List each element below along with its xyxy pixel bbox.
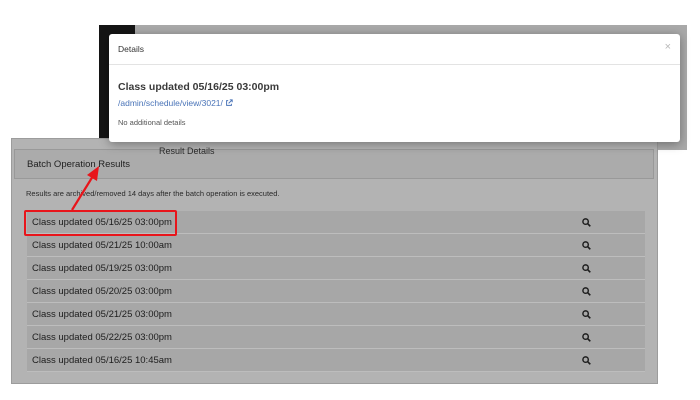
schedule-link[interactable]: /admin/schedule/view/3021/ — [118, 98, 233, 108]
details-modal: Details × Class updated 05/16/25 03:00pm… — [109, 34, 680, 142]
panel-header: Batch Operation Results — [14, 149, 654, 179]
highlight-box — [24, 210, 177, 236]
search-icon[interactable] — [582, 218, 591, 227]
search-icon[interactable] — [582, 287, 591, 296]
result-label: Class updated 05/19/25 03:00pm — [32, 263, 172, 274]
search-icon[interactable] — [582, 264, 591, 273]
table-row[interactable]: Class updated 05/19/25 03:00pm — [27, 257, 645, 280]
no-details-note: No additional details — [118, 118, 186, 127]
search-icon[interactable] — [582, 356, 591, 365]
close-icon[interactable]: × — [665, 41, 671, 53]
result-label: Class updated 05/16/25 10:45am — [32, 355, 172, 366]
table-row[interactable]: Class updated 05/21/25 10:00am — [27, 234, 645, 257]
result-details-label: Result Details — [159, 146, 215, 156]
result-label: Class updated 05/21/25 10:00am — [32, 240, 172, 251]
modal-heading: Class updated 05/16/25 03:00pm — [118, 81, 280, 93]
result-label: Class updated 05/20/25 03:00pm — [32, 286, 172, 297]
modal-header: Details × — [109, 34, 680, 65]
panel-title: Batch Operation Results — [27, 159, 130, 170]
search-icon[interactable] — [582, 333, 591, 342]
archive-note: Results are archived/removed 14 days aft… — [26, 189, 280, 198]
table-row[interactable]: Class updated 05/22/25 03:00pm — [27, 326, 645, 349]
table-row[interactable]: Class updated 05/20/25 03:00pm — [27, 280, 645, 303]
modal-title: Details — [118, 44, 144, 54]
table-row[interactable]: Class updated 05/16/25 10:45am — [27, 349, 645, 372]
batch-results-panel: Batch Operation Results Results are arch… — [11, 138, 658, 384]
search-icon[interactable] — [582, 241, 591, 250]
search-icon[interactable] — [582, 310, 591, 319]
table-row[interactable]: Class updated 05/21/25 03:00pm — [27, 303, 645, 326]
external-link-icon — [226, 99, 233, 106]
result-label: Class updated 05/21/25 03:00pm — [32, 309, 172, 320]
schedule-link-text: /admin/schedule/view/3021/ — [118, 98, 223, 108]
result-label: Class updated 05/22/25 03:00pm — [32, 332, 172, 343]
